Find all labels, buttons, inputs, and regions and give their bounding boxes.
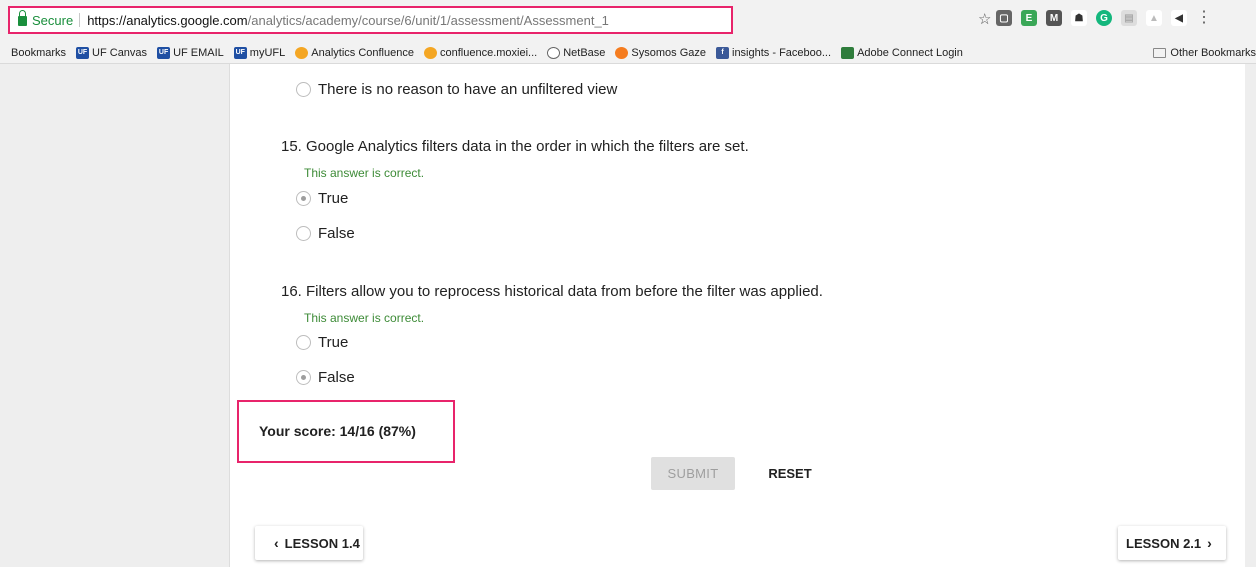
- netbase-icon: [547, 46, 561, 59]
- adobe-connect-icon: [841, 46, 855, 59]
- option-no-unfiltered-view[interactable]: There is no reason to have an unfiltered…: [296, 81, 617, 98]
- q16-feedback: This answer is correct.: [304, 311, 425, 325]
- extension-icon-reader[interactable]: ▤: [1121, 10, 1137, 26]
- left-sidebar: [0, 64, 230, 567]
- question-16: 16. Filters allow you to reprocess histo…: [281, 283, 823, 300]
- extension-icons: ▢ E M ☗ G ▤ ▲ ◀ ⋮: [996, 10, 1212, 26]
- bookmarks-bar: Bookmarks UF UF Canvas UF UF EMAIL UF myUFL…: [0, 42, 1256, 64]
- right-gutter: [1245, 64, 1256, 567]
- url-host: https://analytics.google.com: [87, 12, 248, 28]
- reset-button[interactable]: RESET: [760, 457, 820, 490]
- uf-icon: UF: [76, 46, 90, 59]
- bookmark-sysomos-gaze[interactable]: Sysomos Gaze: [615, 46, 706, 59]
- radio-button[interactable]: [296, 335, 311, 350]
- extension-icon-vue[interactable]: ◀: [1171, 10, 1187, 26]
- bookmark-netbase[interactable]: NetBase: [547, 46, 605, 59]
- facebook-icon: f: [716, 46, 729, 59]
- q15-option-true[interactable]: True: [296, 190, 348, 207]
- radio-button-selected[interactable]: [296, 191, 311, 206]
- q15-option-false[interactable]: False: [296, 225, 355, 242]
- chevron-right-icon: ›: [1207, 535, 1212, 551]
- chevron-left-icon: ‹: [274, 535, 279, 551]
- uf-icon: UF: [233, 46, 247, 59]
- bookmark-adobe-connect[interactable]: Adobe Connect Login: [841, 46, 963, 59]
- address-bar[interactable]: Secure https://analytics.google.com/anal…: [8, 6, 733, 34]
- folder-icon: [1153, 48, 1167, 58]
- question-15: 15. Google Analytics filters data in the…: [281, 138, 749, 155]
- bookmarks-label[interactable]: Bookmarks: [11, 47, 66, 59]
- q16-option-false[interactable]: False: [296, 369, 355, 386]
- radio-button-selected[interactable]: [296, 370, 311, 385]
- submit-button[interactable]: SUBMIT: [651, 457, 735, 490]
- secure-label: Secure: [32, 12, 74, 28]
- extension-icon-mail[interactable]: M: [1046, 10, 1062, 26]
- previous-lesson-button[interactable]: ‹ LESSON 1.4: [255, 526, 363, 560]
- bookmark-uf-email[interactable]: UF UF EMAIL: [157, 46, 224, 59]
- other-bookmarks[interactable]: Other Bookmarks: [1149, 42, 1256, 63]
- url-path: /analytics/academy/course/6/unit/1/asses…: [247, 12, 609, 28]
- bookmark-star-icon[interactable]: ☆: [978, 10, 991, 28]
- extension-icon-spy[interactable]: ☗: [1071, 10, 1087, 26]
- q16-option-true[interactable]: True: [296, 334, 348, 351]
- radio-button[interactable]: [296, 82, 311, 97]
- menu-icon[interactable]: ⋮: [1196, 10, 1212, 26]
- bookmark-uf-canvas[interactable]: UF UF Canvas: [76, 46, 147, 59]
- extension-icon-drive[interactable]: ▲: [1146, 10, 1162, 26]
- confluence-icon: [295, 46, 309, 59]
- bookmark-myufl[interactable]: UF myUFL: [233, 46, 285, 59]
- bookmark-facebook-insights[interactable]: f insights - Faceboo...: [716, 46, 831, 59]
- radio-button[interactable]: [296, 226, 311, 241]
- q15-feedback: This answer is correct.: [304, 166, 425, 180]
- confluence-icon: [423, 46, 437, 59]
- bookmark-analytics-confluence[interactable]: Analytics Confluence: [295, 46, 414, 59]
- uf-icon: UF: [157, 46, 171, 59]
- sysomos-icon: [615, 46, 629, 59]
- lock-icon: [18, 10, 27, 26]
- extension-icon-grammarly[interactable]: G: [1096, 10, 1112, 26]
- extension-icon-evernote[interactable]: E: [1021, 10, 1037, 26]
- extension-icon-square[interactable]: ▢: [996, 10, 1012, 26]
- bookmark-confluence-moxie[interactable]: confluence.moxiei...: [423, 46, 537, 59]
- address-separator: [79, 13, 81, 27]
- browser-toolbar: Secure https://analytics.google.com/anal…: [0, 0, 1256, 42]
- next-lesson-button[interactable]: LESSON 2.1 ›: [1118, 526, 1226, 560]
- score-text: Your score: 14/16 (87%): [259, 423, 416, 439]
